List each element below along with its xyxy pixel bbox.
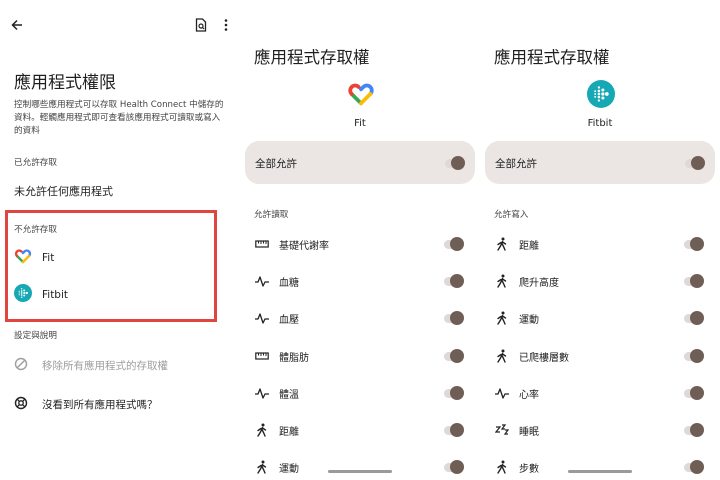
permission-row[interactable]: 已爬樓層數	[494, 346, 706, 366]
permission-label: 距離	[519, 241, 539, 252]
permission-toggle[interactable]	[442, 460, 464, 475]
permission-row[interactable]: 心率	[494, 383, 706, 403]
gesture-nav-handle[interactable]	[328, 470, 392, 473]
app-item-fit[interactable]: Fit	[14, 245, 54, 271]
vitals-icon	[254, 385, 270, 401]
remove-all-access-button[interactable]: 移除所有應用程式的存取權	[14, 356, 168, 375]
vitals-icon	[254, 273, 270, 289]
google-fit-icon	[347, 80, 375, 108]
cant-see-apps-label: 沒看到所有應用程式嗎？	[42, 399, 158, 411]
permission-label: 血壓	[279, 315, 299, 327]
permission-label: 步數	[519, 464, 539, 476]
ruler-icon	[254, 236, 270, 252]
permission-label: 距離	[279, 427, 299, 438]
more-vert-icon[interactable]	[215, 14, 237, 36]
permission-row[interactable]: 爬升高度	[494, 271, 706, 291]
permission-label: 心率	[519, 389, 539, 401]
permission-row[interactable]: 睡眠	[494, 420, 706, 440]
ruler-icon	[254, 348, 270, 364]
gesture-nav-handle[interactable]	[568, 470, 632, 473]
fitbit-app-access-screen: 應用程式存取權 Fitbit 全部允許 允許寫入 距離爬升高度運動已爬樓層數心率…	[480, 0, 720, 480]
app-name: Fit	[42, 252, 55, 264]
app-name: Fitbit	[587, 118, 613, 129]
permission-toggle[interactable]	[442, 274, 464, 289]
google-fit-icon	[14, 247, 32, 269]
walking-icon	[494, 459, 510, 475]
app-name: Fit	[354, 118, 366, 129]
permission-label: 爬升高度	[519, 278, 559, 290]
walking-icon	[254, 459, 270, 475]
allow-all-toggle[interactable]	[683, 156, 705, 170]
permission-toggle[interactable]	[442, 311, 464, 326]
permission-toggle[interactable]	[682, 460, 704, 475]
fitbit-icon	[587, 80, 615, 108]
permission-toggle[interactable]	[682, 423, 704, 437]
allowed-section-label: 已允許存取	[14, 158, 57, 168]
permission-toggle[interactable]	[682, 237, 704, 251]
walking-icon	[494, 236, 510, 252]
not-allowed-section-label: 不允許存取	[14, 225, 57, 235]
permission-toggle[interactable]	[682, 348, 704, 363]
permission-row[interactable]: 距離	[494, 234, 706, 254]
permission-row[interactable]: 體溫	[254, 383, 466, 403]
walking-icon	[254, 422, 270, 438]
block-icon	[14, 356, 28, 375]
app-item-fitbit[interactable]: Fitbit	[14, 282, 68, 308]
permission-label: 運動	[519, 315, 539, 327]
permission-row[interactable]: 血糖	[254, 271, 466, 291]
allow-all-label: 全部允許	[255, 158, 297, 170]
walking-icon	[494, 310, 510, 326]
permission-label: 血糖	[279, 278, 299, 290]
permission-label: 體溫	[279, 389, 299, 401]
app-permissions-screen: 應用程式權限 控制哪些應用程式可以存取 Health Connect 中儲存的資…	[0, 0, 240, 480]
allow-all-card[interactable]: 全部允許	[485, 141, 715, 184]
permission-label: 已爬樓層數	[519, 352, 569, 364]
permission-row[interactable]: 步數	[494, 457, 706, 477]
permission-row[interactable]: 血壓	[254, 308, 466, 328]
app-name: Fitbit	[42, 289, 69, 301]
settings-section-label: 設定與說明	[14, 331, 57, 341]
permission-toggle[interactable]	[442, 348, 464, 363]
permission-label: 運動	[279, 464, 299, 476]
remove-all-access-label: 移除所有應用程式的存取權	[42, 360, 168, 372]
back-arrow-icon[interactable]	[6, 14, 28, 36]
vitals-icon	[494, 385, 510, 401]
page-title: 應用程式權限	[14, 73, 116, 93]
permission-row[interactable]: 運動	[494, 308, 706, 328]
permission-row[interactable]: 運動	[254, 457, 466, 477]
fit-app-access-screen: 應用程式存取權 Fit 全部允許 允許讀取 基礎代謝率血糖血壓體脂肪體溫距離運動	[240, 0, 480, 480]
allow-all-card[interactable]: 全部允許	[245, 141, 475, 184]
cant-see-apps-button[interactable]: 沒看到所有應用程式嗎？	[14, 395, 158, 414]
permission-label: 體脂肪	[279, 352, 309, 364]
permission-row[interactable]: 體脂肪	[254, 346, 466, 366]
permission-row[interactable]: 基礎代謝率	[254, 234, 466, 254]
walking-icon	[494, 348, 510, 364]
page-description: 控制哪些應用程式可以存取 Health Connect 中儲存的資料。輕觸應用程…	[14, 100, 224, 136]
permission-toggle[interactable]	[442, 423, 464, 437]
permission-toggle[interactable]	[442, 237, 464, 251]
allow-all-label: 全部允許	[495, 158, 537, 170]
read-permissions-label: 允許讀取	[254, 210, 289, 220]
permission-row[interactable]: 距離	[254, 420, 466, 440]
fitbit-icon	[14, 284, 32, 306]
write-permissions-label: 允許寫入	[494, 210, 529, 220]
permission-toggle[interactable]	[682, 311, 704, 326]
walking-icon	[494, 273, 510, 289]
permission-toggle[interactable]	[442, 385, 464, 400]
vitals-icon	[254, 310, 270, 326]
permission-toggle[interactable]	[682, 274, 704, 289]
no-apps-allowed-text: 未允許任何應用程式	[14, 185, 113, 198]
permission-label: 基礎代謝率	[279, 241, 329, 252]
top-app-bar	[0, 10, 240, 40]
page-title: 應用程式存取權	[254, 48, 370, 67]
sleep-icon	[494, 422, 510, 438]
page-title: 應用程式存取權	[494, 48, 610, 67]
help-lifebuoy-icon	[14, 395, 28, 414]
permission-toggle[interactable]	[682, 385, 704, 400]
allow-all-toggle[interactable]	[443, 156, 465, 170]
document-search-icon[interactable]	[190, 14, 212, 36]
permission-label: 睡眠	[519, 427, 539, 438]
